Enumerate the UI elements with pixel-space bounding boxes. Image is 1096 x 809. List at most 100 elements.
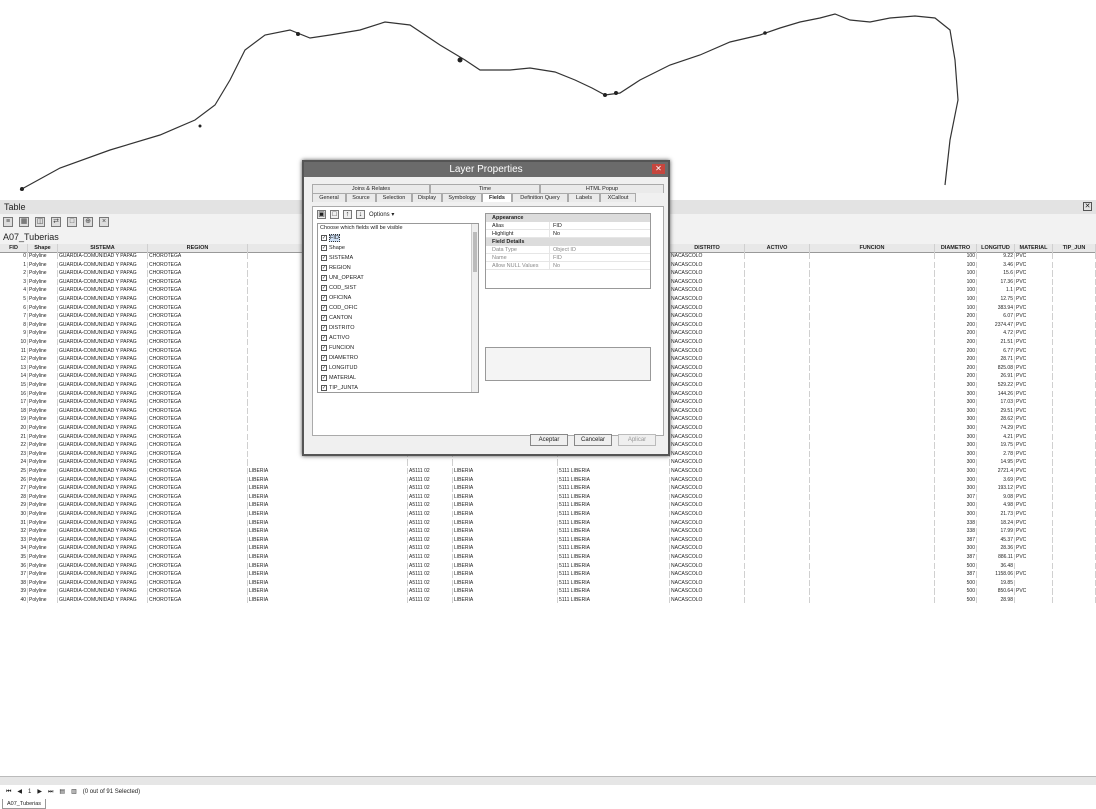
table-row[interactable]: 33 Polyline GUARDIA-COMUNIDAD Y PAPAG CHORO…: [0, 536, 1096, 544]
cell-funcion[interactable]: [810, 364, 935, 372]
cell-diametro[interactable]: 300: [935, 399, 977, 406]
cell-distrito[interactable]: NACASCOLO: [670, 468, 745, 475]
cell-diametro[interactable]: 200: [935, 339, 977, 346]
cell-longitud[interactable]: 2374.47: [977, 321, 1015, 329]
cell-material[interactable]: PVC: [1015, 382, 1053, 389]
cell-funcion[interactable]: [810, 330, 935, 337]
cell-shape[interactable]: Polyline: [28, 270, 58, 277]
field-item[interactable]: ✓ Shape: [318, 243, 478, 253]
cell-region[interactable]: CHOROTEGA: [148, 296, 248, 303]
cell-c6[interactable]: A5111 02: [408, 502, 453, 509]
cell-region[interactable]: CHOROTEGA: [148, 278, 248, 286]
table-row[interactable]: 25 Polyline GUARDIA-COMUNIDAD Y PAPAG CHORO…: [0, 468, 1096, 475]
cell-region[interactable]: CHOROTEGA: [148, 382, 248, 389]
cell-fid[interactable]: 33: [0, 536, 28, 544]
cell-diametro[interactable]: 387: [935, 554, 977, 561]
cell-funcion[interactable]: [810, 485, 935, 492]
col-header-funcion[interactable]: FUNCION: [810, 244, 935, 253]
clear-selection-icon[interactable]: □: [67, 217, 77, 227]
cell-fid[interactable]: 22: [0, 442, 28, 449]
field-item[interactable]: ✓ ACTIVO: [318, 333, 478, 343]
cell-funcion[interactable]: [810, 442, 935, 449]
cell-tip-junta[interactable]: [1053, 450, 1096, 458]
cell-region[interactable]: CHOROTEGA: [148, 519, 248, 526]
cell-longitud[interactable]: 4.72: [977, 330, 1015, 337]
cell-tip-junta[interactable]: [1053, 545, 1096, 552]
cell-diametro[interactable]: 300: [935, 502, 977, 509]
cell-activo[interactable]: [745, 511, 810, 518]
cell-funcion[interactable]: [810, 390, 935, 397]
cell-longitud[interactable]: 9.22: [977, 253, 1015, 260]
cell-c5[interactable]: [248, 459, 408, 466]
cell-diametro[interactable]: 300: [935, 485, 977, 492]
tab-fields[interactable]: Fields: [482, 193, 512, 202]
cell-shape[interactable]: Polyline: [28, 382, 58, 389]
field-checkbox[interactable]: ✓: [321, 295, 327, 301]
cell-material[interactable]: PVC: [1015, 476, 1053, 483]
cell-c5[interactable]: LIBERIA: [248, 528, 408, 535]
cell-c8[interactable]: 5111 LIBERIA: [558, 519, 670, 526]
col-header-region[interactable]: REGION: [148, 244, 248, 253]
table-row[interactable]: 29 Polyline GUARDIA-COMUNIDAD Y PAPAG CHORO…: [0, 502, 1096, 509]
cell-shape[interactable]: Polyline: [28, 562, 58, 569]
cell-c8[interactable]: 5111 LIBERIA: [558, 511, 670, 518]
cell-sistema[interactable]: GUARDIA-COMUNIDAD Y PAPAG: [58, 468, 148, 475]
cell-activo[interactable]: [745, 485, 810, 492]
ok-button[interactable]: Aceptar: [530, 434, 568, 446]
cell-material[interactable]: PVC: [1015, 493, 1053, 501]
cell-shape[interactable]: Polyline: [28, 364, 58, 372]
field-item[interactable]: ✓ MATERIAL: [318, 373, 478, 383]
cell-sistema[interactable]: GUARDIA-COMUNIDAD Y PAPAG: [58, 571, 148, 578]
cell-longitud[interactable]: 28.71: [977, 356, 1015, 363]
options-dropdown[interactable]: Options ▾: [369, 211, 394, 218]
cell-material[interactable]: PVC: [1015, 373, 1053, 380]
cell-c7[interactable]: LIBERIA: [453, 554, 558, 561]
cell-funcion[interactable]: [810, 407, 935, 415]
cell-shape[interactable]: Polyline: [28, 493, 58, 501]
field-checkbox[interactable]: ✓: [321, 275, 327, 281]
cell-distrito[interactable]: NACASCOLO: [670, 493, 745, 501]
cell-longitud[interactable]: 383.94: [977, 304, 1015, 311]
cell-activo[interactable]: [745, 399, 810, 406]
cell-funcion[interactable]: [810, 425, 935, 432]
cell-shape[interactable]: Polyline: [28, 287, 58, 294]
cell-c8[interactable]: 5111 LIBERIA: [558, 468, 670, 475]
cell-funcion[interactable]: [810, 270, 935, 277]
cell-c8[interactable]: [558, 459, 670, 466]
cell-distrito[interactable]: NACASCOLO: [670, 373, 745, 380]
cell-longitud[interactable]: 14.95: [977, 459, 1015, 466]
cell-c7[interactable]: LIBERIA: [453, 528, 558, 535]
cell-diametro[interactable]: 200: [935, 373, 977, 380]
field-item[interactable]: ✓ LONGITUD: [318, 363, 478, 373]
cell-longitud[interactable]: 28.62: [977, 416, 1015, 423]
switch-selection-icon[interactable]: ⇄: [51, 217, 61, 227]
cell-longitud[interactable]: 825.08: [977, 364, 1015, 372]
cell-c8[interactable]: 5111 LIBERIA: [558, 485, 670, 492]
cell-longitud[interactable]: 6.07: [977, 313, 1015, 320]
cell-region[interactable]: CHOROTEGA: [148, 485, 248, 492]
cell-region[interactable]: CHOROTEGA: [148, 493, 248, 501]
cell-activo[interactable]: [745, 493, 810, 501]
cell-longitud[interactable]: 17.36: [977, 278, 1015, 286]
cell-distrito[interactable]: NACASCOLO: [670, 399, 745, 406]
cell-fid[interactable]: 13: [0, 364, 28, 372]
cell-distrito[interactable]: NACASCOLO: [670, 433, 745, 440]
field-item[interactable]: ✓ COD_OFIC: [318, 303, 478, 313]
table-close-icon[interactable]: ✕: [1083, 202, 1092, 211]
cell-material[interactable]: PVC: [1015, 339, 1053, 346]
cell-tip-junta[interactable]: [1053, 442, 1096, 449]
cell-distrito[interactable]: NACASCOLO: [670, 588, 745, 595]
cell-funcion[interactable]: [810, 468, 935, 475]
cell-activo[interactable]: [745, 339, 810, 346]
cell-c6[interactable]: A5111 02: [408, 588, 453, 595]
field-checkbox[interactable]: ✓: [321, 365, 327, 371]
cell-activo[interactable]: [745, 519, 810, 526]
move-up-icon[interactable]: ↑: [343, 210, 352, 219]
cell-tip-junta[interactable]: [1053, 588, 1096, 595]
cell-shape[interactable]: Polyline: [28, 536, 58, 544]
cell-longitud[interactable]: 193.12: [977, 485, 1015, 492]
cell-region[interactable]: CHOROTEGA: [148, 364, 248, 372]
cell-tip-junta[interactable]: [1053, 278, 1096, 286]
cell-distrito[interactable]: NACASCOLO: [670, 562, 745, 569]
cell-c6[interactable]: A5111 02: [408, 519, 453, 526]
